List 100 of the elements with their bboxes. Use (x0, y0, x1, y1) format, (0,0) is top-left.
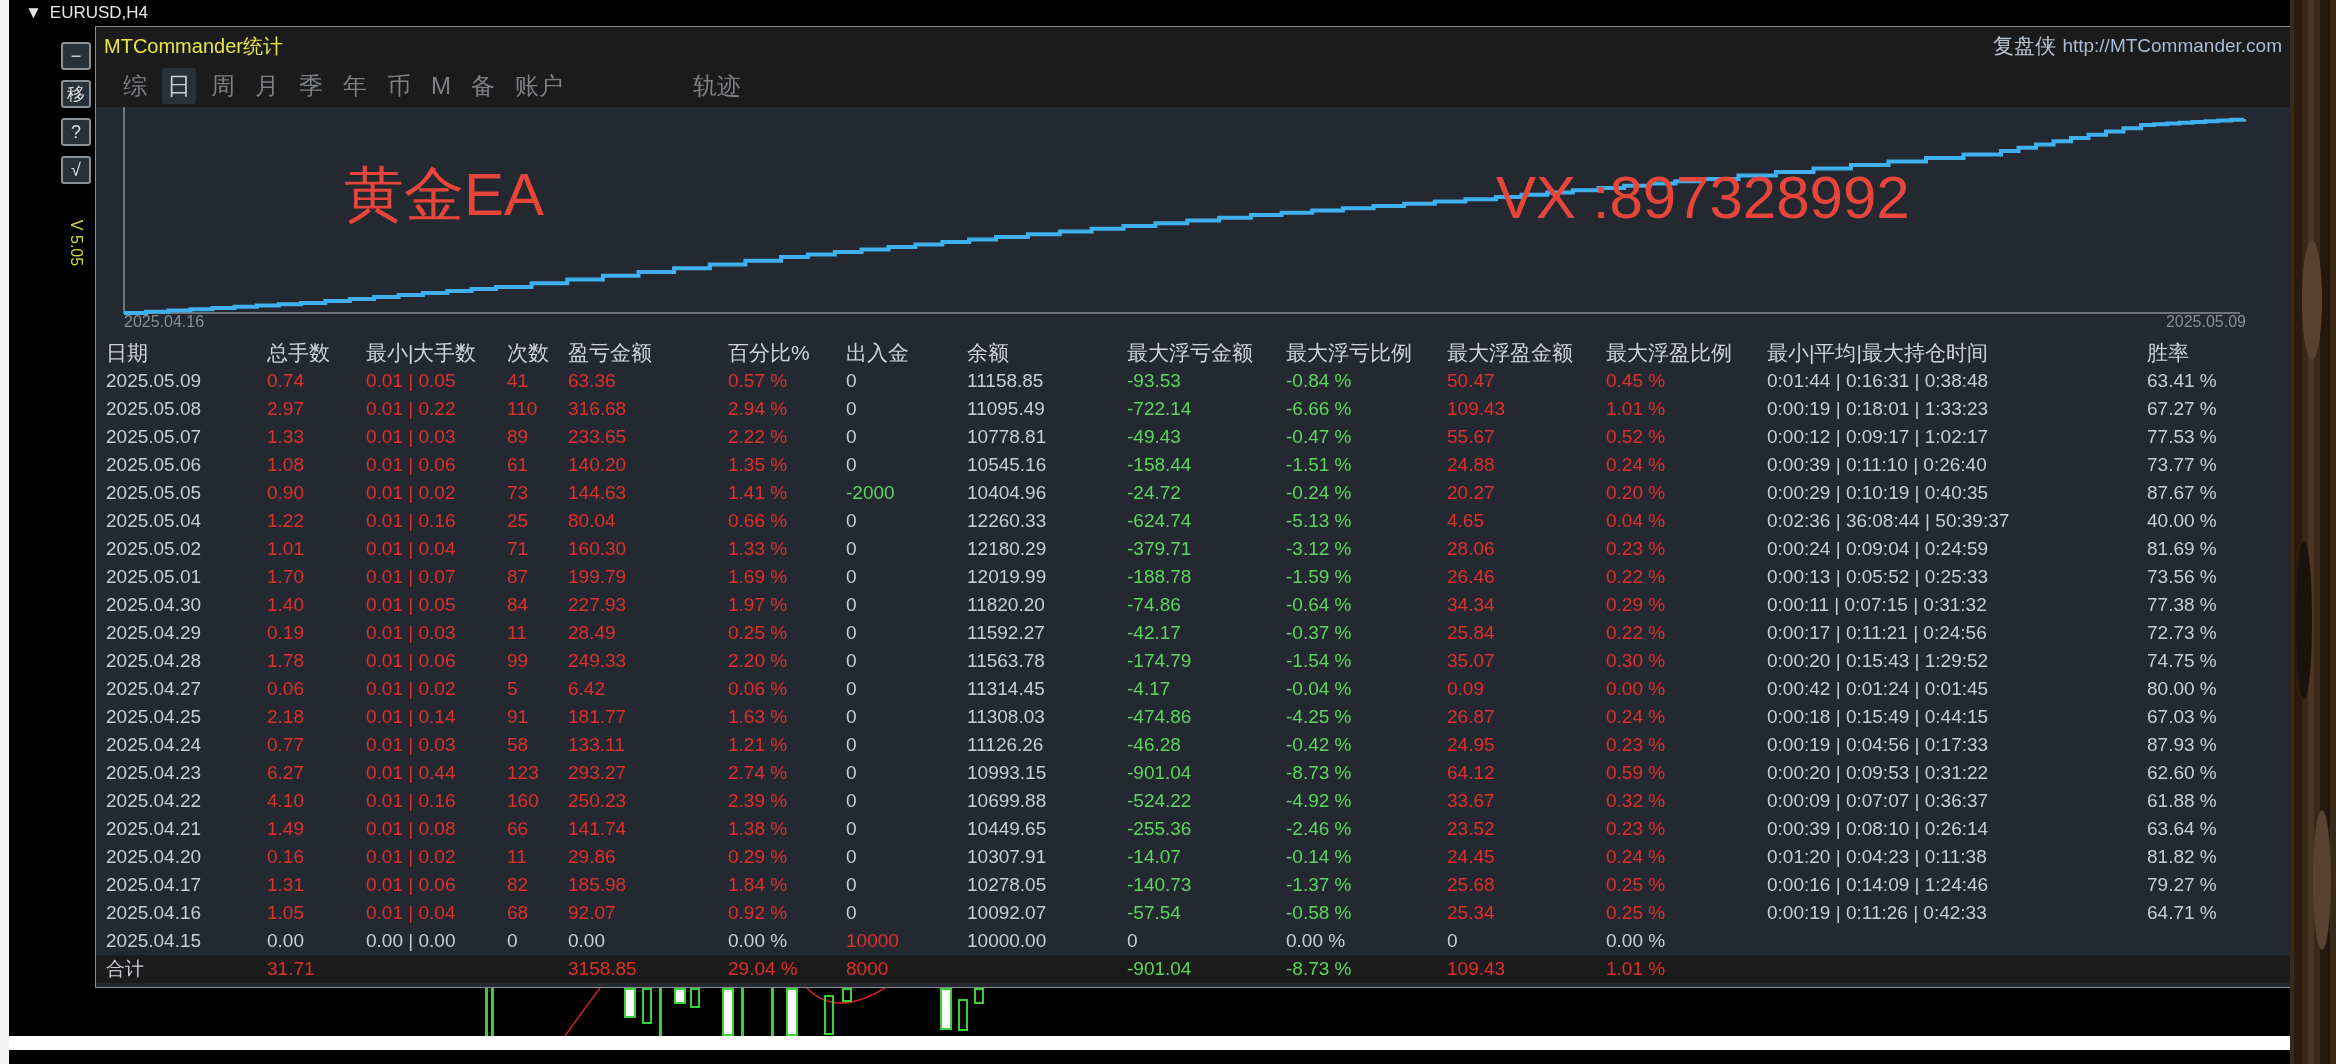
table-cell: 25 (507, 510, 529, 532)
table-cell: 2025.04.25 (106, 706, 202, 728)
table-cell: 0 (846, 566, 857, 588)
side-button[interactable]: 移 (61, 80, 91, 108)
column-header: 最小|平均|最大持仓时间 (1767, 340, 1988, 366)
table-cell: 0 (846, 734, 857, 756)
column-header: 最小|大手数 (366, 340, 477, 366)
table-cell: 1.05 (267, 902, 304, 924)
table-cell: 0:00:19 | 0:18:01 | 1:33:23 (1767, 398, 1989, 420)
table-cell: -0.58 % (1286, 902, 1352, 924)
table-cell: 293.27 (568, 762, 627, 784)
table-cell: 40.00 % (2147, 510, 2217, 532)
table-cell: 2025.04.20 (106, 846, 202, 868)
table-cell: 0:00:16 | 0:14:09 | 1:24:46 (1767, 874, 1989, 896)
table-cell: 316.68 (568, 398, 627, 420)
table-cell: 0 (846, 874, 857, 896)
candle (642, 988, 652, 1024)
period-tab[interactable]: 日 (162, 68, 196, 104)
table-cell: 0.00 | 0.00 (366, 930, 456, 952)
dropdown-arrow-icon[interactable]: ▼ (25, 3, 42, 23)
period-tab[interactable]: 月 (250, 68, 284, 104)
period-tab[interactable]: 周 (206, 68, 240, 104)
table-cell: -74.86 (1127, 594, 1181, 616)
table-cell: 10404.96 (967, 482, 1047, 504)
side-button[interactable]: − (61, 42, 91, 70)
table-cell: 2025.04.29 (106, 622, 202, 644)
table-cell: 2025.04.28 (106, 650, 202, 672)
table-cell: 62.60 % (2147, 762, 2217, 784)
period-tab[interactable]: 季 (294, 68, 328, 104)
table-cell: 2025.05.08 (106, 398, 202, 420)
table-cell: 0 (846, 846, 857, 868)
table-cell: 0.24 % (1606, 454, 1666, 476)
table-cell: 0:01:20 | 0:04:23 | 0:11:38 (1767, 846, 1987, 868)
website-link[interactable]: http://MTCommander.com (2062, 35, 2282, 57)
period-tab[interactable]: M (426, 70, 456, 102)
candle (974, 988, 984, 1004)
table-cell: 74.75 % (2147, 650, 2217, 672)
table-cell: 2025.05.02 (106, 538, 202, 560)
table-cell: 10000 (846, 930, 899, 952)
period-tab[interactable]: 综 (118, 68, 152, 104)
table-cell: 11563.78 (967, 650, 1045, 672)
side-button[interactable]: √ (61, 156, 91, 184)
table-cell: 0:00:12 | 0:09:17 | 1:02:17 (1767, 426, 1989, 448)
table-cell: 185.98 (568, 874, 627, 896)
table-cell: 0.74 (267, 370, 304, 392)
table-cell: 0:00:42 | 0:01:24 | 0:01:45 (1767, 678, 1989, 700)
table-cell: 2025.04.24 (106, 734, 202, 756)
table-cell: 0.01 | 0.16 (366, 510, 456, 532)
trail-tab[interactable]: 轨迹 (688, 68, 746, 104)
table-cell: 1.33 % (728, 538, 788, 560)
table-cell: 0.06 % (728, 678, 788, 700)
table-cell: -8.73 % (1286, 958, 1352, 980)
table-cell: 11308.03 (967, 706, 1045, 728)
candle (842, 988, 852, 1002)
table-cell: 12180.29 (967, 538, 1047, 560)
table-cell: -140.73 (1127, 874, 1192, 896)
panel-title: MTCommander统计 (104, 33, 283, 59)
table-cell: -624.74 (1127, 510, 1192, 532)
table-cell: 4.65 (1447, 510, 1484, 532)
table-cell: 0.01 | 0.02 (366, 846, 456, 868)
table-cell: 11126.26 (967, 734, 1044, 756)
chart-symbol: EURUSD,H4 (49, 3, 149, 23)
table-cell: 10545.16 (967, 454, 1047, 476)
period-tab[interactable]: 备 (466, 68, 500, 104)
table-cell: 11158.85 (967, 370, 1044, 392)
table-cell: 89 (507, 426, 529, 448)
table-cell: 0:00:17 | 0:11:21 | 0:24:56 (1767, 622, 1987, 644)
table-cell: 0.01 | 0.04 (366, 902, 456, 924)
table-cell: 0.24 % (1606, 846, 1666, 868)
table-cell: 61 (507, 454, 529, 476)
period-tab[interactable]: 年 (338, 68, 372, 104)
candle (958, 999, 968, 1031)
table-cell: 11 (507, 622, 527, 644)
candle (690, 988, 700, 1008)
table-cell: 0.16 (267, 846, 304, 868)
table-cell: 123 (507, 762, 539, 784)
table-cell: 11820.20 (967, 594, 1045, 616)
table-cell: 10278.05 (967, 874, 1047, 896)
period-tab[interactable]: 账户 (510, 68, 568, 104)
table-cell: -5.13 % (1286, 510, 1352, 532)
table-cell: 66 (507, 818, 529, 840)
table-cell: 0.01 | 0.44 (366, 762, 456, 784)
table-cell: 0:00:29 | 0:10:19 | 0:40:35 (1767, 482, 1989, 504)
table-cell: -0.84 % (1286, 370, 1352, 392)
side-button[interactable]: ? (61, 118, 91, 146)
table-cell: 0 (846, 622, 857, 644)
table-cell: 1.01 % (1606, 398, 1666, 420)
overlay-text: 黄金EA (344, 160, 545, 230)
period-tab[interactable]: 币 (382, 68, 416, 104)
table-cell: 81.82 % (2147, 846, 2217, 868)
table-cell: 0 (846, 678, 857, 700)
table-cell: -158.44 (1127, 454, 1192, 476)
table-cell: 0:00:20 | 0:15:43 | 1:29:52 (1767, 650, 1989, 672)
table-cell: 2025.05.04 (106, 510, 202, 532)
table-cell: 91 (507, 706, 529, 728)
table-cell: -14.07 (1127, 846, 1181, 868)
table-cell: -0.24 % (1286, 482, 1352, 504)
table-cell: 26.46 (1447, 566, 1495, 588)
table-cell: 58 (507, 734, 529, 756)
table-cell: 2.97 (267, 398, 304, 420)
